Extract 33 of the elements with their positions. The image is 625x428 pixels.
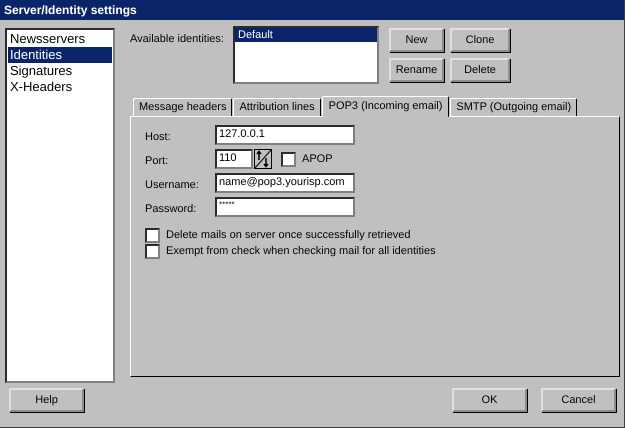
tab[interactable]: POP3 (Incoming email) (322, 96, 450, 117)
checkbox-label: APOP (302, 153, 333, 165)
sidebar-item[interactable]: Identities (8, 47, 112, 63)
field-label: Username: (145, 178, 200, 191)
tab[interactable]: SMTP (Outgoing email) (450, 98, 578, 116)
input-field[interactable]: 127.0.0.1 (215, 125, 355, 145)
ok-button[interactable]: OK (452, 388, 527, 412)
input-field[interactable]: name@pop3.yourisp.com (215, 173, 355, 193)
identity-item[interactable]: Default (235, 28, 377, 42)
tab[interactable]: Attribution lines (233, 98, 321, 116)
checkbox[interactable] (145, 228, 160, 242)
tab[interactable]: Message headers (133, 98, 232, 116)
spinner-icon[interactable] (254, 149, 272, 169)
cancel-button[interactable]: Cancel (541, 388, 616, 412)
input-field[interactable]: 110 (215, 149, 253, 169)
checkbox[interactable] (281, 152, 296, 166)
checkbox[interactable] (145, 244, 160, 258)
identity-button[interactable]: New (389, 28, 444, 52)
password-field[interactable]: ***** (215, 197, 355, 217)
sidebar-item[interactable]: X-Headers (8, 79, 112, 95)
checkbox-label: Exempt from check when checking mail for all identities (166, 245, 436, 257)
field-label: Port: (145, 154, 170, 167)
window-title: Server/Identity settings (4, 3, 137, 17)
identity-button[interactable]: Rename (389, 58, 444, 82)
field-label: Host: (145, 130, 172, 143)
help-button[interactable]: Help (9, 388, 84, 412)
identity-button[interactable]: Clone (450, 28, 510, 52)
sidebar-item[interactable]: Newsservers (8, 31, 112, 47)
identity-button[interactable]: Delete (450, 58, 510, 82)
identities-label: Available identities: (130, 33, 225, 45)
sidebar-item[interactable]: Signatures (8, 63, 112, 79)
checkbox-label: Delete mails on server once successfully retrieved (166, 229, 411, 241)
field-label: Password: (145, 202, 198, 215)
